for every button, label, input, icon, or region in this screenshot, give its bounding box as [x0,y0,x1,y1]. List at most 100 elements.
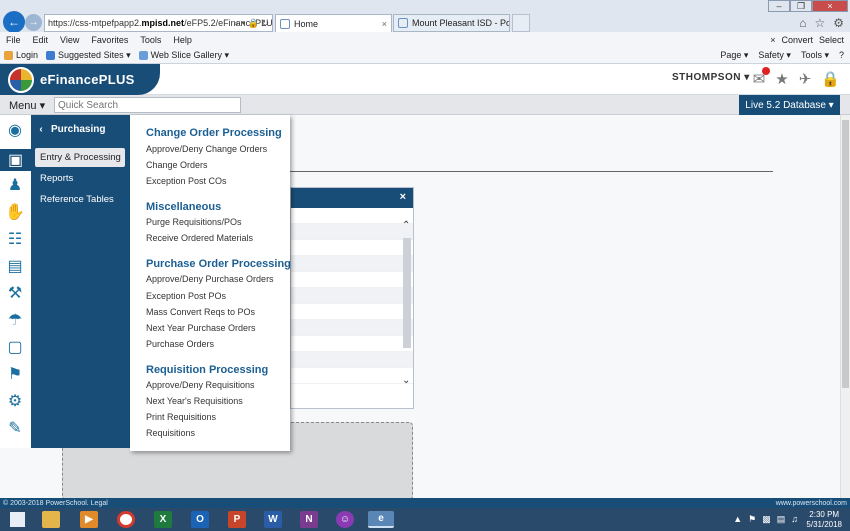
menu-view[interactable]: View [54,35,85,45]
convert-button[interactable]: Convert [781,35,813,45]
classroom-icon[interactable]: ☷ [5,229,25,249]
tab-policy[interactable]: Mount Pleasant ISD - Policy O... [393,14,510,32]
flag-icon[interactable]: ⚑ [748,514,756,525]
menu-item-next-years-requisitions[interactable]: Next Year's Requisitions [146,396,243,406]
powerschool-link[interactable]: www.powerschool.com [776,500,847,507]
menu-item-purge-requisitions[interactable]: Purge Requisitions/POs [146,217,242,227]
toolbar-close-icon[interactable]: × [770,35,775,45]
chevron-left-icon[interactable]: ‹ [31,124,51,135]
menu-help[interactable]: Help [167,35,198,45]
dialog-close-icon[interactable]: × [400,191,406,203]
powerpoint-icon[interactable]: P [228,511,246,528]
chrome-icon[interactable] [117,511,135,528]
close-window-button[interactable]: × [812,0,848,12]
windows-start-icon[interactable] [10,512,25,527]
ticket-icon[interactable]: ▤ [5,256,25,276]
page-scrollbar[interactable] [840,115,850,498]
command-help[interactable]: ? [839,50,844,61]
messages-icon[interactable]: ✉ [753,67,770,88]
list-item[interactable] [291,304,413,320]
user-menu[interactable]: STHOMPSON ▾ [672,72,750,83]
internet-explorer-icon[interactable]: e [368,511,394,528]
subnav-item-reports[interactable]: Reports [35,169,130,188]
back-arrow-icon[interactable]: ← [3,11,25,33]
maximize-button[interactable]: ❐ [790,0,812,12]
network-icon[interactable]: ▤ [777,514,786,525]
command-page[interactable]: Page ▾ [720,50,748,61]
scroll-up-icon[interactable]: ⌃ [402,220,410,231]
tab-close-icon[interactable]: × [382,19,387,29]
list-item[interactable] [291,208,413,224]
menu-item-approve-deny-purchase-orders[interactable]: Approve/Deny Purchase Orders [146,274,274,284]
menu-item-requisitions[interactable]: Requisitions [146,428,195,438]
command-tools[interactable]: Tools ▾ [801,50,829,61]
address-bar[interactable]: https://css-mtpefpapp2. mpisd.net/eFP5.2/… [44,14,273,32]
minimize-button[interactable]: – [768,0,790,12]
menu-item-receive-ordered-materials[interactable]: Receive Ordered Materials [146,233,253,243]
menu-item-purchase-orders[interactable]: Purchase Orders [146,339,214,349]
excel-icon[interactable]: X [154,511,172,528]
subnav-item-reference-tables[interactable]: Reference Tables [35,190,130,209]
menu-favorites[interactable]: Favorites [85,35,134,45]
tab-home[interactable]: Home × [275,14,392,32]
volume-icon[interactable]: ♫ [791,514,798,525]
address-tools[interactable]: ⌕ ▾ 🔒 ↻ [234,18,269,29]
menu-item-print-requisitions[interactable]: Print Requisitions [146,412,216,422]
word-icon[interactable]: W [264,511,282,528]
home-icon[interactable]: ⌂ [799,16,806,30]
favorites-star-icon[interactable]: ☆ [814,16,825,30]
favorite-login[interactable]: Login [4,50,38,60]
lock-icon[interactable]: 🔒 [821,70,840,88]
texas-icon[interactable]: ⚑ [5,364,25,384]
list-item[interactable] [291,336,413,352]
menu-tools[interactable]: Tools [134,35,167,45]
menu-item-exception-post-cos[interactable]: Exception Post COs [146,176,227,186]
list-item[interactable] [291,256,413,272]
list-item[interactable] [291,224,413,240]
favorite-suggested-sites[interactable]: Suggested Sites ▾ [46,50,131,61]
display-icon[interactable]: ▩ [762,514,771,525]
select-button[interactable]: Select [819,35,844,45]
list-item[interactable] [291,240,413,256]
scroll-down-icon[interactable]: ⌄ [402,375,410,386]
copyright-text[interactable]: © 2003-2018 PowerSchool. Legal [3,500,108,507]
report-icon[interactable]: ✎ [5,418,25,438]
menu-edit[interactable]: Edit [27,35,55,45]
database-selector[interactable]: Live 5.2 Database ▾ [739,95,840,115]
scroll-thumb[interactable] [842,120,849,388]
settings-gear-icon[interactable]: ⚙ [833,16,844,30]
piggy-bank-icon[interactable]: ◉ [5,120,25,140]
chevron-up-icon[interactable]: ▲ [733,514,742,525]
umbrella-icon[interactable]: ☂ [5,310,25,330]
gear-icon[interactable]: ⚙ [5,391,25,411]
menu-item-exception-post-pos[interactable]: Exception Post POs [146,291,226,301]
list-item[interactable] [291,272,413,288]
favorites-star-icon[interactable]: ★ [775,70,788,88]
scroll-thumb[interactable] [403,238,411,348]
people-icon[interactable]: ♟ [5,175,25,195]
gavel-icon[interactable]: ⚒ [5,283,25,303]
handshake-icon[interactable]: ✋ [5,202,25,222]
list-item[interactable] [291,320,413,336]
app-logo[interactable]: eFinancePLUS [0,64,160,95]
file-explorer-icon[interactable] [42,511,60,528]
new-tab-button[interactable] [512,14,530,32]
cube-icon[interactable]: ▢ [5,337,25,357]
favorite-web-slice[interactable]: Web Slice Gallery ▾ [138,50,229,61]
list-item[interactable] [291,368,413,384]
dialog-scrollbar[interactable]: ⌃ ⌄ [402,220,412,386]
menu-file[interactable]: File [0,35,27,45]
command-safety[interactable]: Safety ▾ [758,50,791,61]
list-item[interactable] [291,288,413,304]
clock[interactable]: 2:30 PM 5/31/2018 [806,510,842,530]
menu-item-change-orders[interactable]: Change Orders [146,160,208,170]
list-item[interactable] [291,352,413,368]
chat-app-icon[interactable]: ☺ [336,511,354,528]
subnav-header[interactable]: ‹ Purchasing [31,115,130,143]
media-player-icon[interactable]: ▶ [80,511,98,528]
menu-item-mass-convert-reqs[interactable]: Mass Convert Reqs to POs [146,307,255,317]
onenote-icon[interactable]: N [300,511,318,528]
menu-item-approve-deny-change-orders[interactable]: Approve/Deny Change Orders [146,144,267,154]
menu-item-next-year-purchase-orders[interactable]: Next Year Purchase Orders [146,323,256,333]
purchasing-card-icon[interactable]: ▣ [0,149,31,171]
